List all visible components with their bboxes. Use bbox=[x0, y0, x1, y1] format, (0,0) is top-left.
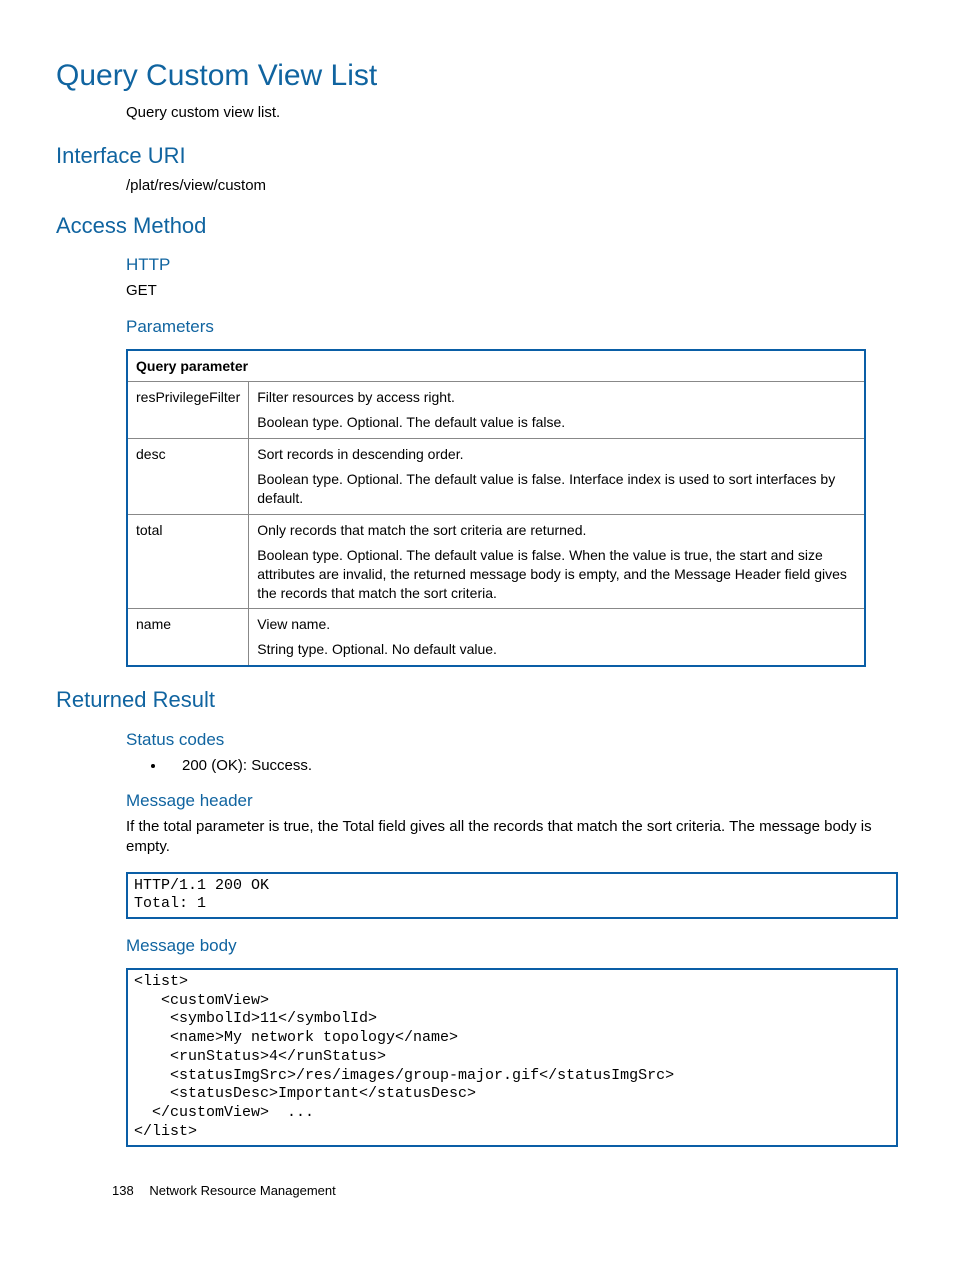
returned-result-heading: Returned Result bbox=[56, 685, 898, 715]
param-name: total bbox=[127, 514, 249, 609]
param-name: desc bbox=[127, 439, 249, 515]
parameters-table: Query parameter resPrivilegeFilter Filte… bbox=[126, 349, 866, 668]
message-header-text: If the total parameter is true, the Tota… bbox=[126, 817, 898, 858]
table-row: desc Sort records in descending order. B… bbox=[127, 439, 865, 515]
param-desc: Sort records in descending order. Boolea… bbox=[249, 439, 865, 515]
intro-text: Query custom view list. bbox=[126, 103, 898, 123]
message-header-code: HTTP/1.1 200 OK Total: 1 bbox=[126, 872, 898, 920]
table-row: name View name. String type. Optional. N… bbox=[127, 609, 865, 666]
interface-uri-value: /plat/res/view/custom bbox=[126, 176, 898, 196]
parameters-heading: Parameters bbox=[126, 316, 898, 339]
interface-uri-heading: Interface URI bbox=[56, 141, 898, 171]
param-name: resPrivilegeFilter bbox=[127, 382, 249, 439]
parameters-table-header: Query parameter bbox=[127, 350, 865, 382]
param-desc: View name. String type. Optional. No def… bbox=[249, 609, 865, 666]
access-method-heading: Access Method bbox=[56, 211, 898, 241]
http-method-value: GET bbox=[126, 281, 898, 301]
message-body-code: <list> <customView> <symbolId>11</symbol… bbox=[126, 968, 898, 1147]
status-codes-list: 200 (OK): Success. bbox=[126, 756, 898, 776]
footer-section: Network Resource Management bbox=[149, 1183, 335, 1198]
table-row: resPrivilegeFilter Filter resources by a… bbox=[127, 382, 865, 439]
http-heading: HTTP bbox=[126, 254, 898, 277]
message-header-heading: Message header bbox=[126, 790, 898, 813]
page-title: Query Custom View List bbox=[56, 56, 898, 97]
param-desc: Only records that match the sort criteri… bbox=[249, 514, 865, 609]
param-name: name bbox=[127, 609, 249, 666]
status-codes-heading: Status codes bbox=[126, 729, 898, 752]
status-code-item: 200 (OK): Success. bbox=[166, 756, 898, 776]
table-row: total Only records that match the sort c… bbox=[127, 514, 865, 609]
param-desc: Filter resources by access right. Boolea… bbox=[249, 382, 865, 439]
page-footer: 138 Network Resource Management bbox=[112, 1182, 336, 1200]
message-body-heading: Message body bbox=[126, 935, 898, 958]
page-number: 138 bbox=[112, 1183, 134, 1198]
